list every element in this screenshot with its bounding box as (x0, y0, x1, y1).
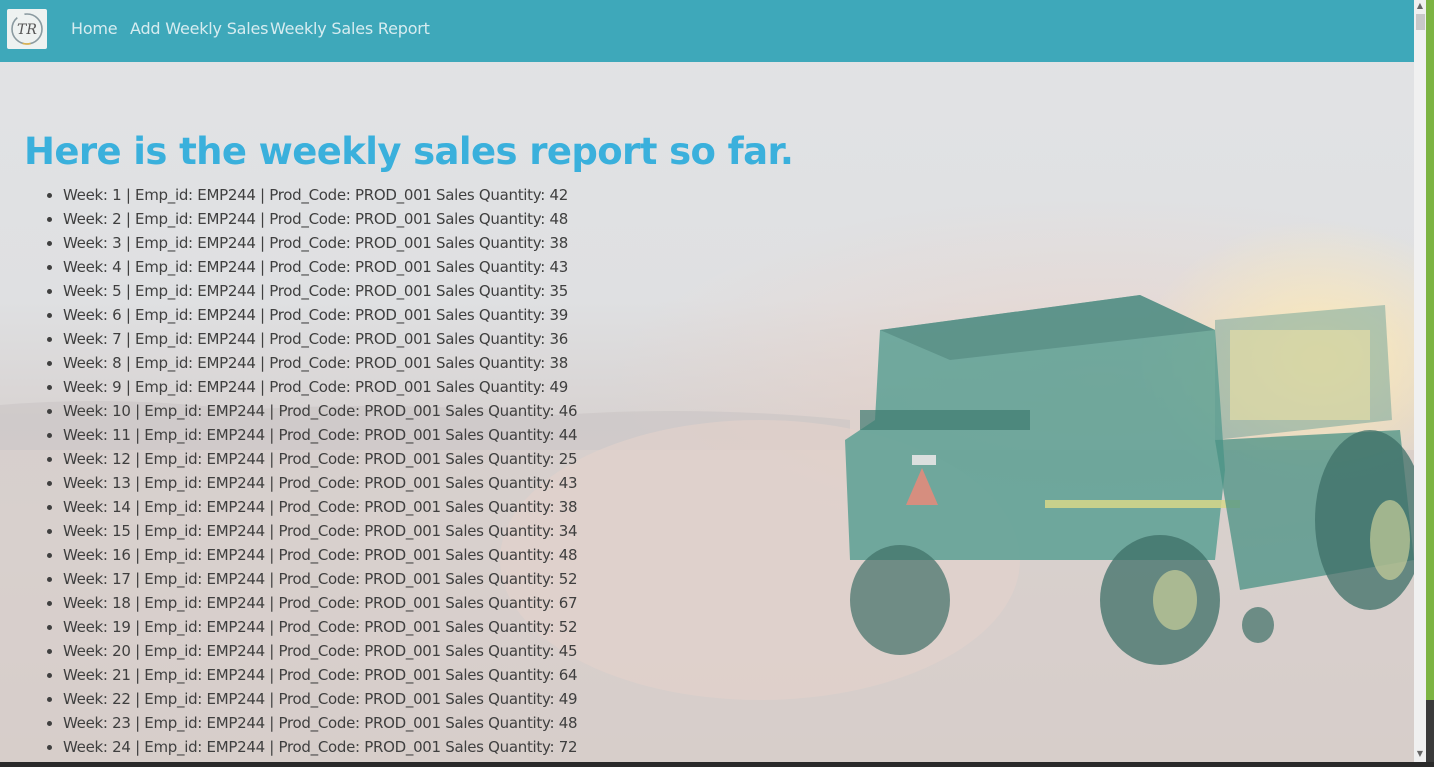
vertical-scrollbar[interactable] (1414, 0, 1426, 762)
scrollbar-thumb[interactable] (1416, 14, 1425, 30)
list-item: Week: 6 | Emp_id: EMP244 | Prod_Code: PR… (63, 303, 577, 327)
list-item: Week: 19 | Emp_id: EMP244 | Prod_Code: P… (63, 615, 578, 639)
list-item: Week: 18 | Emp_id: EMP244 | Prod_Code: P… (63, 591, 578, 615)
list-item: Week: 7 | Emp_id: EMP244 | Prod_Code: PR… (63, 327, 577, 351)
list-item: Week: 14 | Emp_id: EMP244 | Prod_Code: P… (63, 495, 578, 519)
list-item: Week: 20 | Emp_id: EMP244 | Prod_Code: P… (63, 639, 578, 663)
nav-add-weekly-sales-link[interactable]: Add Weekly Sales (130, 19, 268, 38)
list-item: Week: 21 | Emp_id: EMP244 | Prod_Code: P… (63, 663, 578, 687)
list-item: Week: 16 | Emp_id: EMP244 | Prod_Code: P… (63, 543, 578, 567)
taskbar-edge (0, 762, 1434, 767)
list-item: Week: 4 | Emp_id: EMP244 | Prod_Code: PR… (63, 255, 577, 279)
brand-logo[interactable]: TR (7, 9, 47, 49)
list-item: Week: 5 | Emp_id: EMP244 | Prod_Code: PR… (63, 279, 577, 303)
list-item: Week: 17 | Emp_id: EMP244 | Prod_Code: P… (63, 567, 578, 591)
navbar: TR Home Add Weekly Sales Weekly Sales Re… (0, 0, 1414, 62)
sales-list: Week: 1 | Emp_id: EMP244 | Prod_Code: PR… (23, 183, 578, 759)
list-item: Week: 9 | Emp_id: EMP244 | Prod_Code: PR… (63, 375, 577, 399)
window-edge (1426, 0, 1434, 767)
nav-home-link[interactable]: Home (71, 19, 118, 38)
list-item: Week: 23 | Emp_id: EMP244 | Prod_Code: P… (63, 711, 578, 735)
scroll-down-arrow-icon[interactable]: ▼ (1414, 748, 1426, 760)
list-item: Week: 10 | Emp_id: EMP244 | Prod_Code: P… (63, 399, 578, 423)
page-title: Here is the weekly sales report so far. (24, 130, 794, 173)
nav-weekly-sales-report-link[interactable]: Weekly Sales Report (270, 19, 430, 38)
logo-initials: TR (17, 22, 37, 38)
list-item: Week: 15 | Emp_id: EMP244 | Prod_Code: P… (63, 519, 578, 543)
list-item: Week: 1 | Emp_id: EMP244 | Prod_Code: PR… (63, 183, 577, 207)
list-item: Week: 22 | Emp_id: EMP244 | Prod_Code: P… (63, 687, 578, 711)
list-item: Week: 12 | Emp_id: EMP244 | Prod_Code: P… (63, 447, 578, 471)
list-item: Week: 3 | Emp_id: EMP244 | Prod_Code: PR… (63, 231, 577, 255)
list-item: Week: 13 | Emp_id: EMP244 | Prod_Code: P… (63, 471, 578, 495)
page-viewport: TR Home Add Weekly Sales Weekly Sales Re… (0, 0, 1414, 762)
list-item: Week: 2 | Emp_id: EMP244 | Prod_Code: PR… (63, 207, 577, 231)
scroll-up-arrow-icon[interactable]: ▲ (1414, 0, 1426, 12)
list-item: Week: 11 | Emp_id: EMP244 | Prod_Code: P… (63, 423, 578, 447)
logo-icon: TR (11, 13, 43, 45)
list-item: Week: 24 | Emp_id: EMP244 | Prod_Code: P… (63, 735, 578, 759)
list-item: Week: 8 | Emp_id: EMP244 | Prod_Code: PR… (63, 351, 577, 375)
